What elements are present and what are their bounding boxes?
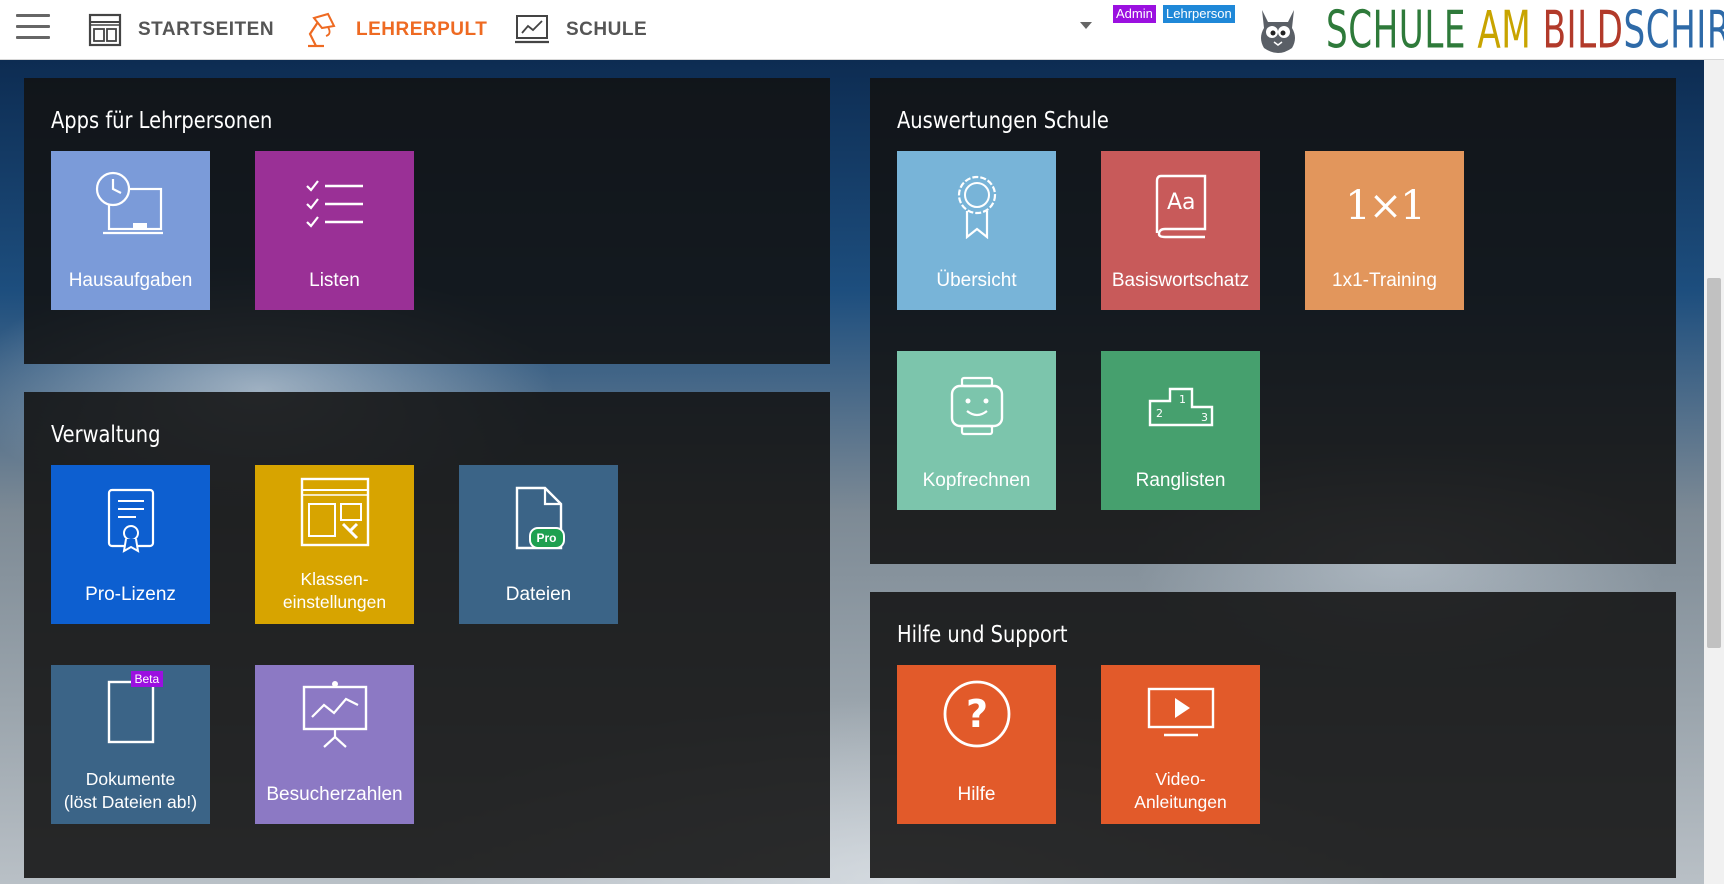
tile-label: Ranglisten — [1135, 470, 1226, 491]
nav-lehrerpult[interactable]: LEHRERPULT — [300, 0, 487, 60]
tile-1x1-training[interactable]: 1×1 1x1-Training — [1305, 151, 1464, 310]
chart-board-icon — [515, 15, 549, 44]
beta-badge: Beta — [130, 670, 164, 687]
panel-hilfe-support: Hilfe und Support ? Hilfe Video- Anleitu… — [870, 592, 1676, 878]
help-question-icon: ? — [943, 680, 1010, 748]
tile-label: Dokumente (löst Dateien ab!) — [63, 769, 198, 812]
tile-klasseneinstellungen[interactable]: Klassen- einstellungen — [255, 465, 414, 624]
tile-label: Listen — [309, 270, 360, 291]
panel-title: Auswertungen Schule — [897, 108, 1109, 134]
tile-label: Pro-Lizenz — [85, 584, 176, 605]
tile-besucherzahlen[interactable]: Besucherzahlen — [255, 665, 414, 824]
document-icon — [107, 680, 154, 743]
menu-hamburger-icon[interactable] — [16, 14, 50, 44]
tile-label: Dateien — [505, 584, 572, 605]
window-settings-icon — [300, 477, 369, 547]
panel-auswertungen: Auswertungen Schule Übersicht Aa Basiswo… — [870, 78, 1676, 564]
page-scrollbar[interactable] — [1704, 60, 1724, 884]
multiplication-icon: 1×1 — [1345, 183, 1425, 229]
tile-basiswortschatz[interactable]: Aa Basiswortschatz — [1101, 151, 1260, 310]
logo-text: SCHULE AM BILDSCHIRM — [1326, 0, 1724, 60]
tile-label: Basiswortschatz — [1111, 270, 1250, 291]
site-logo[interactable]: SCHULE AM BILDSCHIRM — [1326, 0, 1724, 59]
svg-text:1: 1 — [1179, 393, 1186, 406]
nav-startseiten[interactable]: STARTSEITEN — [88, 0, 274, 60]
desk-lamp-icon — [308, 12, 336, 48]
panel-verwaltung: Verwaltung Pro-Lizenz Klassen- einstellu… — [24, 392, 830, 878]
tile-label: Hausaufgaben — [68, 270, 193, 291]
role-badge-teacher: Lehrperson — [1163, 5, 1235, 23]
nav-lehrerpult-label: LEHRERPULT — [356, 19, 488, 40]
panel-apps-teachers: Apps für Lehrpersonen Hausaufgaben Liste… — [24, 78, 830, 364]
svg-text:?: ? — [965, 692, 987, 736]
tile-hilfe[interactable]: ? Hilfe — [897, 665, 1056, 824]
layout-icon — [88, 13, 122, 47]
award-ribbon-icon — [957, 175, 996, 239]
svg-text:3: 3 — [1201, 411, 1208, 424]
nav-startseiten-label: STARTSEITEN — [138, 19, 275, 40]
user-dropdown-caret-icon[interactable] — [1080, 22, 1092, 29]
tile-label: Hilfe — [957, 784, 996, 805]
tile-label: Übersicht — [936, 270, 1017, 291]
tile-ranglisten[interactable]: 1 2 3 Ranglisten — [1101, 351, 1260, 510]
tile-dokumente[interactable]: Beta Dokumente (löst Dateien ab!) — [51, 665, 210, 824]
presentation-chart-icon — [302, 681, 367, 748]
homework-clock-icon — [95, 171, 163, 235]
nav-schule-label: SCHULE — [566, 19, 648, 40]
video-play-icon — [1147, 687, 1214, 737]
top-navigation-bar: STARTSEITEN LEHRERPULT SCHULE Admin Lehr… — [0, 0, 1724, 60]
tile-label: Kopfrechnen — [922, 470, 1031, 491]
role-badge-admin: Admin — [1113, 5, 1156, 23]
dictionary-book-icon: Aa — [1155, 174, 1206, 239]
robot-face-icon — [950, 376, 1003, 436]
scrollbar-thumb[interactable] — [1707, 278, 1721, 648]
user-name-placeholder — [1176, 30, 1236, 46]
checklist-icon — [305, 180, 363, 228]
tile-hausaufgaben[interactable]: Hausaufgaben — [51, 151, 210, 310]
tile-pro-lizenz[interactable]: Pro-Lizenz — [51, 465, 210, 624]
certificate-icon — [107, 488, 154, 553]
nav-schule[interactable]: SCHULE — [514, 0, 647, 60]
tile-kopfrechnen[interactable]: Kopfrechnen — [897, 351, 1056, 510]
tile-label: 1x1-Training — [1332, 270, 1437, 291]
tile-uebersicht[interactable]: Übersicht — [897, 151, 1056, 310]
pro-badge: Pro — [528, 526, 565, 549]
tile-video-anleitungen[interactable]: Video- Anleitungen — [1101, 665, 1260, 824]
tile-label: Klassen- einstellungen — [282, 569, 387, 612]
svg-text:Aa: Aa — [1167, 190, 1196, 215]
tile-listen[interactable]: Listen — [255, 151, 414, 310]
tile-dateien[interactable]: Pro Dateien — [459, 465, 618, 624]
tile-label: Video- Anleitungen — [1134, 769, 1227, 812]
podium-icon: 1 2 3 — [1148, 387, 1213, 427]
panel-title: Verwaltung — [51, 422, 161, 448]
svg-text:2: 2 — [1156, 407, 1163, 420]
cat-mascot-icon — [1261, 10, 1295, 53]
panel-title: Apps für Lehrpersonen — [51, 108, 273, 134]
panel-title: Hilfe und Support — [897, 622, 1068, 648]
tile-label: Besucherzahlen — [266, 784, 403, 805]
